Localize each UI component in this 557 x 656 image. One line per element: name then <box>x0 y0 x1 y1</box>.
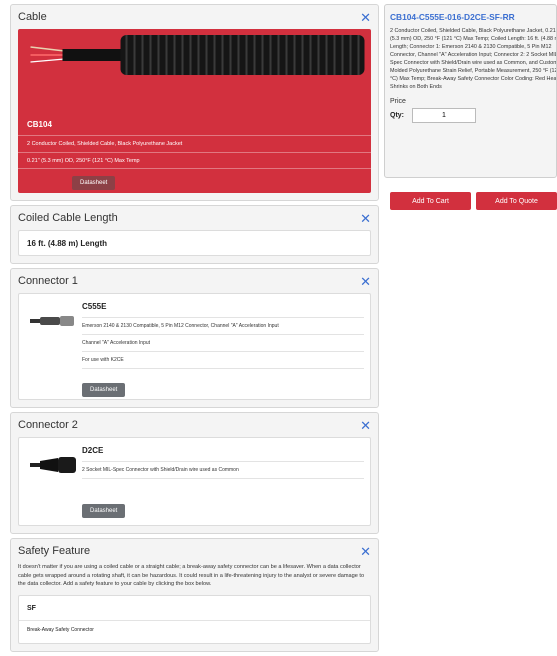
connector1-row: Emerson 2140 & 2130 Compatible, 5 Pin M1… <box>82 317 364 334</box>
connector2-datasheet-button[interactable]: Datasheet <box>82 504 126 518</box>
configurator-column: Cable ✕ CB104 2 Conductor Coiled, Shield… <box>10 4 379 656</box>
safety-code: SF <box>27 604 36 612</box>
safety-subtitle: Break-Away Safety Connector <box>19 619 370 643</box>
length-panel: Coiled Cable Length ✕ 16 ft. (4.88 m) Le… <box>10 205 379 264</box>
connector1-code: C555E <box>82 302 107 311</box>
order-summary: CB104-C555E-016-D2CE-SF-RR 2 Conductor C… <box>384 4 557 178</box>
safety-panel-title: Safety Feature <box>18 545 91 557</box>
connector2-ds-wrap: Datasheet <box>82 478 364 524</box>
close-icon[interactable]: ✕ <box>360 545 371 558</box>
connector2-panel: Connector 2 ✕ D2CE 2 Socket MIL-Spec Con… <box>10 412 379 534</box>
connector2-details: D2CE 2 Socket MIL-Spec Connector with Sh… <box>82 438 370 524</box>
connector1-row: Channel "A" Acceleration Input <box>82 334 364 351</box>
connector1-panel-header: Connector 1 ✕ <box>11 269 378 293</box>
length-value: 16 ft. (4.88 m) Length <box>27 238 108 248</box>
safety-panel-header: Safety Feature ✕ <box>11 539 378 563</box>
part-number: CB104-C555E-016-D2CE-SF-RR <box>390 12 515 22</box>
price-label: Price <box>390 98 406 105</box>
connector1-panel: Connector 1 ✕ C555E Emerson 2140 & 2130 … <box>10 268 379 408</box>
m12-connector-image <box>30 316 74 326</box>
divider <box>18 152 371 153</box>
add-to-quote-button[interactable]: Add To Quote <box>476 192 557 210</box>
connector2-panel-title: Connector 2 <box>18 419 78 431</box>
close-icon[interactable]: ✕ <box>360 275 371 288</box>
cable-description: 2 Conductor Coiled, Shielded Cable, Blac… <box>27 141 183 147</box>
safety-option-card[interactable]: SF Break-Away Safety Connector <box>18 594 371 644</box>
close-icon[interactable]: ✕ <box>360 419 371 432</box>
connector1-row: For use with K2CE <box>82 351 364 368</box>
divider <box>18 135 371 136</box>
coiled-cable-image <box>30 35 365 75</box>
cable-datasheet-button[interactable]: Datasheet <box>72 176 116 190</box>
connector1-datasheet-button[interactable]: Datasheet <box>82 383 126 397</box>
connector2-row: 2 Socket MIL-Spec Connector with Shield/… <box>82 461 364 478</box>
cable-panel: Cable ✕ CB104 2 Conductor Coiled, Shield… <box>10 4 379 201</box>
close-icon[interactable]: ✕ <box>360 11 371 24</box>
divider <box>18 168 371 169</box>
connector1-details: C555E Emerson 2140 & 2130 Compatible, 5 … <box>82 294 370 403</box>
connector1-panel-title: Connector 1 <box>18 275 78 287</box>
qty-row: Qty: <box>385 108 556 123</box>
cable-option-card[interactable]: CB104 2 Conductor Coiled, Shielded Cable… <box>18 29 371 193</box>
safety-description: It doesn't matter if you are using a coi… <box>18 564 365 588</box>
cable-panel-title: Cable <box>18 11 47 23</box>
cable-specs: 0.21" (5.3 mm) OD, 250°F (121 °C) Max Te… <box>27 158 140 164</box>
close-icon[interactable]: ✕ <box>360 212 371 225</box>
add-to-cart-button[interactable]: Add To Cart <box>390 192 471 210</box>
mil-spec-connector-image <box>30 457 76 473</box>
connector2-option-card[interactable]: D2CE 2 Socket MIL-Spec Connector with Sh… <box>18 437 371 526</box>
connector2-code: D2CE <box>82 446 104 455</box>
cable-panel-header: Cable ✕ <box>11 5 378 29</box>
length-panel-header: Coiled Cable Length ✕ <box>11 206 378 230</box>
connector1-ds-wrap: Datasheet <box>82 368 364 403</box>
length-option[interactable]: 16 ft. (4.88 m) Length <box>18 230 371 256</box>
cable-code: CB104 <box>27 120 52 129</box>
connector2-panel-header: Connector 2 ✕ <box>11 413 378 437</box>
part-description: 2 Conductor Coiled, Shielded Cable, Blac… <box>390 28 557 90</box>
safety-panel: Safety Feature ✕ It doesn't matter if yo… <box>10 538 379 652</box>
length-panel-title: Coiled Cable Length <box>18 212 118 224</box>
connector1-option-card[interactable]: C555E Emerson 2140 & 2130 Compatible, 5 … <box>18 293 371 400</box>
qty-label: Qty: <box>390 112 404 119</box>
qty-input[interactable] <box>412 108 476 123</box>
